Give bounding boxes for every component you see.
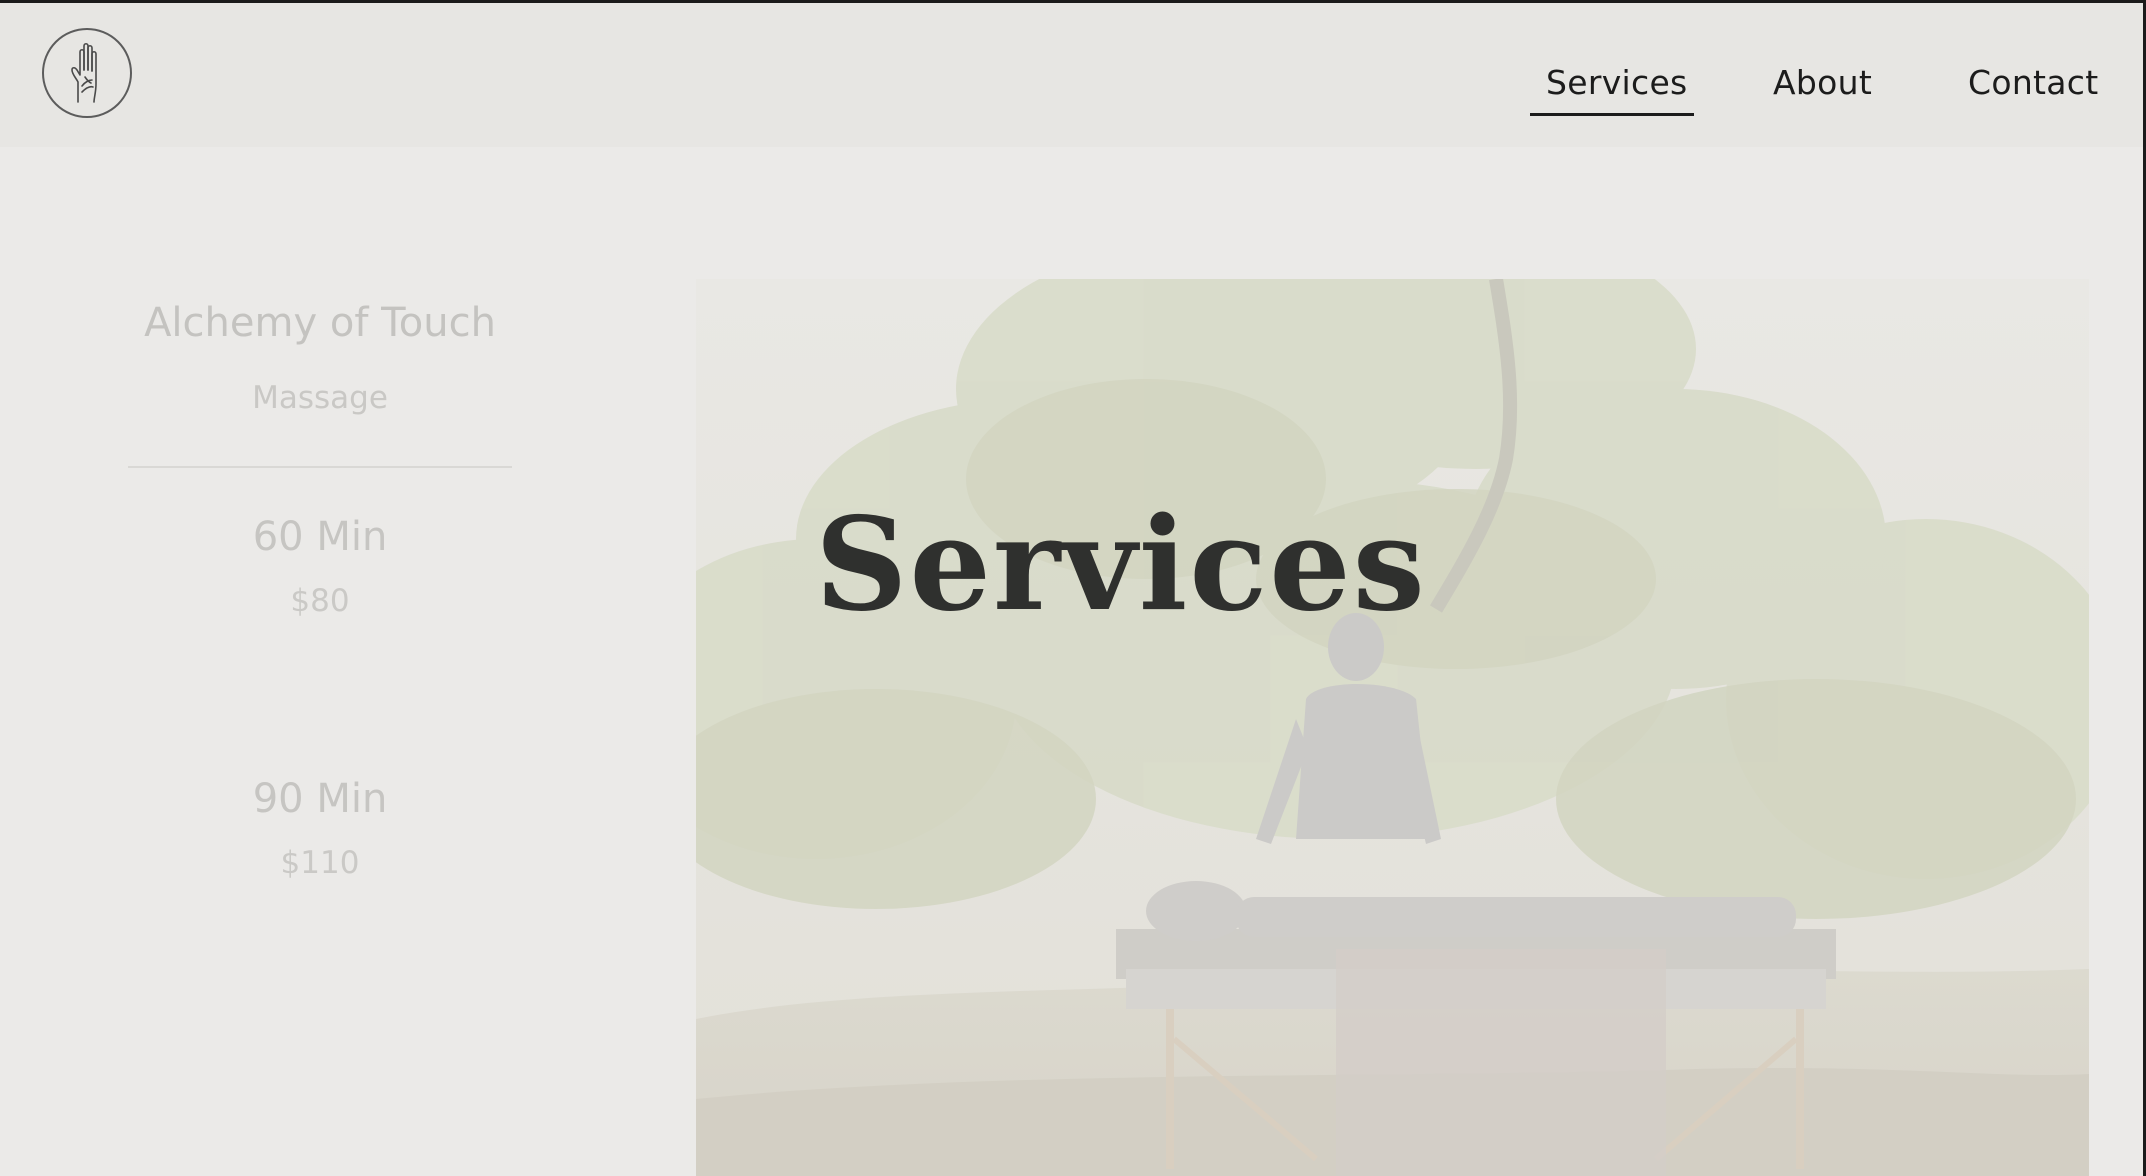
price-90: $110 [280,845,360,881]
site-header: Services About Contact [0,3,2143,147]
nav-active-underline [1530,113,1694,116]
raised-hand-icon[interactable] [42,28,132,118]
service-name: Massage [252,380,388,416]
nav-contact[interactable]: Contact [1968,63,2099,102]
hero-image [696,279,2089,1176]
page-title: Services [815,490,1427,640]
nav-about[interactable]: About [1773,63,1872,102]
price-60: $80 [290,583,350,619]
duration-60: 60 Min [252,514,388,560]
nav-services[interactable]: Services [1546,63,1688,102]
outdoor-massage-photo [696,279,2089,1176]
page: Services About Contact Alchemy of Touch … [0,0,2146,1176]
duration-90: 90 Min [252,776,388,822]
divider [128,466,512,468]
brand-title: Alchemy of Touch [144,300,496,346]
raised-hand-icon-graphic [71,42,97,103]
